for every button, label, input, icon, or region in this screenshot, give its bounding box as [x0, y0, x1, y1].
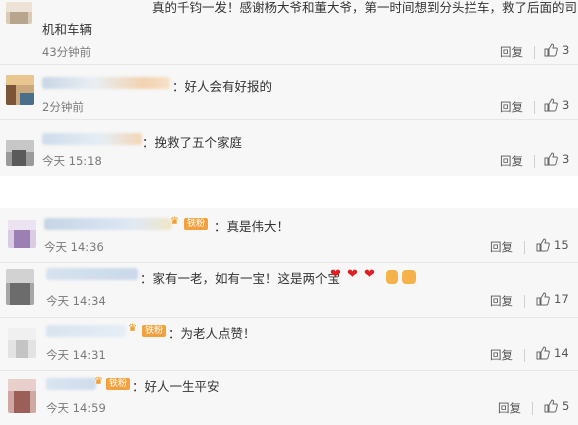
- vip-icon: ♛: [128, 323, 137, 334]
- comment-item: ♛ 铁粉 ：真是伟大！ 今天 14:36 回复 15: [0, 208, 578, 262]
- avatar[interactable]: [8, 220, 36, 248]
- thumbs-up-icon: [544, 399, 558, 413]
- vip-icon: ♛: [94, 376, 103, 387]
- like-count: 15: [554, 238, 569, 252]
- thumbs-up-icon: [536, 346, 550, 360]
- section-gap: [0, 176, 578, 208]
- comment-text: 真的千钧一发！感谢杨大爷和董大爷，第一时间想到分头拦车，救了后面的司: [152, 0, 578, 15]
- comment-time: 今天 15:18: [42, 154, 102, 168]
- comment-item: ：家有一老，如有一宝！这是两个宝 ❤ ❤ ❤ 今天 14:34 回复 17: [0, 263, 578, 317]
- comment-time: 2分钟前: [42, 100, 84, 114]
- avatar[interactable]: [6, 2, 32, 24]
- reply-button[interactable]: 回复: [490, 239, 513, 255]
- avatar[interactable]: [8, 328, 36, 358]
- comment-text: ：真是伟大！: [214, 219, 290, 234]
- comment-time: 43分钟前: [42, 45, 92, 59]
- comment-item: ：好人会有好报的 2分钟前 回复 3: [0, 65, 578, 119]
- heart-emoji-icon: ❤: [330, 267, 341, 282]
- fan-badge: 铁粉: [142, 325, 167, 337]
- comment-time: 今天 14:31: [46, 348, 106, 362]
- comment-item: ♛ 铁粉 ：为老人点赞！ 今天 14:31 回复 14: [0, 318, 578, 370]
- comment-text: ：家有一老，如有一宝！这是两个宝: [140, 271, 341, 286]
- heart-emoji-icon: ❤: [347, 267, 358, 282]
- like-count: 3: [562, 98, 570, 112]
- thumbs-up-icon: [544, 152, 558, 166]
- clap-emoji-icon: [402, 270, 416, 284]
- comment-item: 真的千钧一发！感谢杨大爷和董大爷，第一时间想到分头拦车，救了后面的司 机和车辆 …: [0, 0, 578, 64]
- comment-time: 今天 14:34: [46, 294, 106, 308]
- thumbs-up-icon: [536, 238, 550, 252]
- username[interactable]: [42, 133, 142, 145]
- vip-icon: ♛: [170, 216, 179, 227]
- username[interactable]: [44, 218, 172, 230]
- fan-badge: 铁粉: [106, 378, 131, 390]
- comment-text: ：好人会有好报的: [172, 79, 273, 94]
- heart-emoji-icon: ❤: [364, 267, 375, 282]
- reply-button[interactable]: 回复: [500, 44, 523, 60]
- action-divider: [524, 349, 525, 362]
- like-count: 3: [562, 43, 570, 57]
- comment-text: ：为老人点赞！: [168, 326, 256, 341]
- action-divider: [534, 101, 535, 114]
- fan-badge: 铁粉: [184, 218, 209, 230]
- avatar[interactable]: [6, 269, 34, 305]
- reply-button[interactable]: 回复: [490, 293, 513, 309]
- like-count: 17: [554, 292, 569, 306]
- action-divider: [524, 241, 525, 254]
- action-divider: [524, 295, 525, 308]
- like-button[interactable]: 3: [544, 98, 569, 112]
- reply-button[interactable]: 回复: [500, 99, 523, 115]
- username[interactable]: [46, 378, 96, 390]
- reply-button[interactable]: 回复: [490, 347, 513, 363]
- like-button[interactable]: 3: [544, 152, 569, 166]
- thumbs-up-icon: [536, 292, 550, 306]
- like-button[interactable]: 14: [536, 346, 569, 360]
- action-divider: [534, 155, 535, 168]
- like-button[interactable]: 17: [536, 292, 569, 306]
- thumbs-up-icon: [544, 43, 558, 57]
- comment-time: 今天 14:59: [46, 401, 106, 415]
- username[interactable]: [46, 325, 126, 337]
- like-button[interactable]: 15: [536, 238, 569, 252]
- comment-item: ：挽救了五个家庭 今天 15:18 回复 3: [0, 120, 578, 176]
- avatar[interactable]: [8, 379, 36, 413]
- like-count: 5: [562, 399, 570, 413]
- like-count: 3: [562, 152, 570, 166]
- reply-button[interactable]: 回复: [498, 400, 521, 416]
- like-count: 14: [554, 346, 569, 360]
- comment-time: 今天 14:36: [44, 240, 104, 254]
- thumbs-up-emoji-icon: [386, 270, 398, 284]
- username[interactable]: [46, 268, 138, 280]
- avatar[interactable]: [6, 140, 34, 166]
- like-button[interactable]: 3: [544, 43, 569, 57]
- comment-item: ♛ 铁粉 ：好人一生平安 今天 14:59 回复 5: [0, 371, 578, 425]
- comment-text: ：挽救了五个家庭: [142, 135, 243, 150]
- comment-text-continued: 机和车辆: [42, 22, 93, 37]
- reply-button[interactable]: 回复: [500, 153, 523, 169]
- action-divider: [534, 46, 535, 59]
- username[interactable]: [42, 77, 170, 89]
- thumbs-up-icon: [544, 98, 558, 112]
- like-button[interactable]: 5: [544, 399, 569, 413]
- avatar[interactable]: [6, 75, 34, 105]
- action-divider: [532, 402, 533, 415]
- comment-text: ：好人一生平安: [132, 379, 220, 394]
